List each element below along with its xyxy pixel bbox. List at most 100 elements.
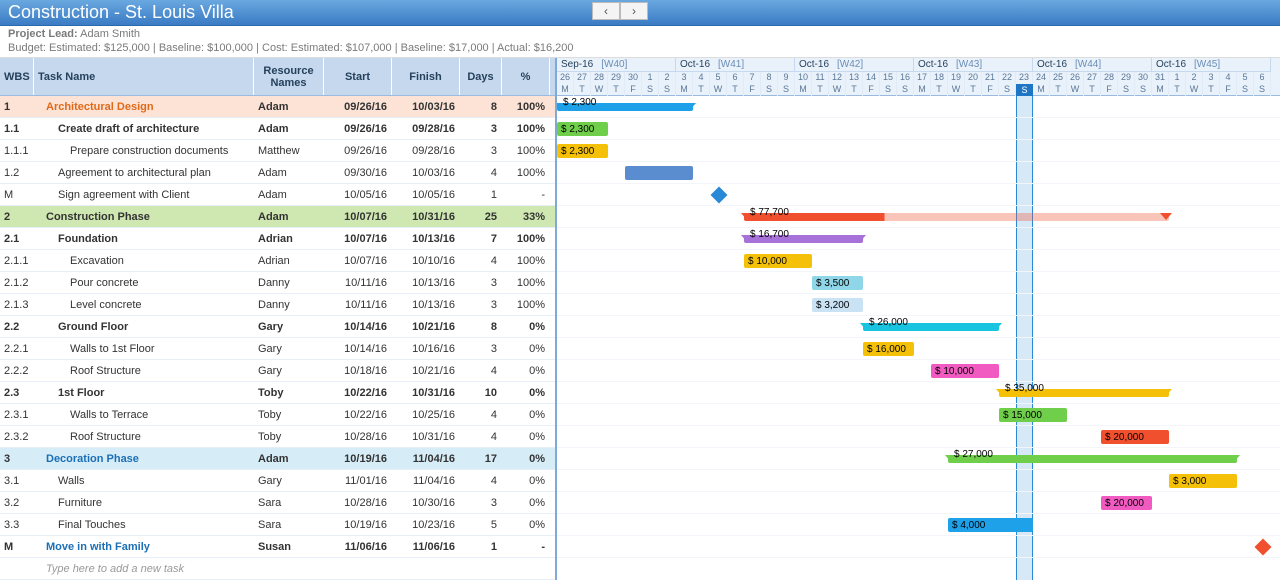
- cell[interactable]: Gary: [254, 365, 324, 377]
- table-row[interactable]: 2.1.3Level concreteDanny10/11/1610/13/16…: [0, 294, 555, 316]
- table-row[interactable]: 1.2Agreement to architectural planAdam09…: [0, 162, 555, 184]
- cell[interactable]: 10/31/16: [392, 431, 460, 443]
- gantt-row[interactable]: $ 16,700: [557, 228, 1280, 250]
- cell[interactable]: Toby: [254, 387, 324, 399]
- cell[interactable]: Furniture: [34, 497, 254, 509]
- cell[interactable]: Toby: [254, 409, 324, 421]
- cell[interactable]: 100%: [502, 277, 550, 289]
- cell[interactable]: 11/04/16: [392, 475, 460, 487]
- cell[interactable]: 09/28/16: [392, 123, 460, 135]
- cell[interactable]: Susan: [254, 541, 324, 553]
- cell[interactable]: 10/11/16: [324, 277, 392, 289]
- cell[interactable]: 2.3: [0, 387, 34, 399]
- cell[interactable]: 09/28/16: [392, 145, 460, 157]
- cell[interactable]: Adrian: [254, 233, 324, 245]
- cell[interactable]: 0%: [502, 431, 550, 443]
- cell[interactable]: 0%: [502, 475, 550, 487]
- cell[interactable]: 2.1.2: [0, 277, 34, 289]
- cell[interactable]: Excavation: [34, 255, 254, 267]
- cell[interactable]: 2.3.1: [0, 409, 34, 421]
- cell[interactable]: Toby: [254, 431, 324, 443]
- cell[interactable]: 3: [460, 343, 502, 355]
- table-row[interactable]: 3.1WallsGary11/01/1611/04/1640%: [0, 470, 555, 492]
- cell[interactable]: 2.2.2: [0, 365, 34, 377]
- table-row[interactable]: MSign agreement with ClientAdam10/05/161…: [0, 184, 555, 206]
- table-row[interactable]: 1.1Create draft of architectureAdam09/26…: [0, 118, 555, 140]
- gantt-row[interactable]: $ 2,300: [557, 96, 1280, 118]
- summary-bar[interactable]: $ 77,700: [744, 213, 1169, 221]
- cell[interactable]: 10/22/16: [324, 409, 392, 421]
- cell[interactable]: 0%: [502, 365, 550, 377]
- cell[interactable]: Gary: [254, 321, 324, 333]
- cell[interactable]: 10/03/16: [392, 101, 460, 113]
- summary-bar[interactable]: $ 27,000: [948, 455, 1237, 463]
- cell[interactable]: 5: [460, 519, 502, 531]
- cell[interactable]: Adrian: [254, 255, 324, 267]
- table-row[interactable]: 2.1FoundationAdrian10/07/1610/13/167100%: [0, 228, 555, 250]
- cell[interactable]: 3.3: [0, 519, 34, 531]
- cell[interactable]: 2.1.3: [0, 299, 34, 311]
- cell[interactable]: 10/14/16: [324, 343, 392, 355]
- cell[interactable]: 3: [0, 453, 34, 465]
- cell[interactable]: 17: [460, 453, 502, 465]
- gantt-row[interactable]: [557, 536, 1280, 558]
- cell[interactable]: Decoration Phase: [34, 453, 254, 465]
- cell[interactable]: Walls: [34, 475, 254, 487]
- cell[interactable]: 100%: [502, 233, 550, 245]
- cell[interactable]: -: [502, 189, 550, 201]
- cell[interactable]: 10/23/16: [392, 519, 460, 531]
- cell[interactable]: 25: [460, 211, 502, 223]
- cell[interactable]: 10/07/16: [324, 233, 392, 245]
- cell[interactable]: 0%: [502, 321, 550, 333]
- table-row[interactable]: 2.3.2Roof StructureToby10/28/1610/31/164…: [0, 426, 555, 448]
- cell[interactable]: 0%: [502, 343, 550, 355]
- cell[interactable]: 11/06/16: [324, 541, 392, 553]
- cell[interactable]: 09/26/16: [324, 101, 392, 113]
- cell[interactable]: Gary: [254, 475, 324, 487]
- cell[interactable]: 8: [460, 321, 502, 333]
- cell[interactable]: 10/16/16: [392, 343, 460, 355]
- cell[interactable]: 1: [460, 189, 502, 201]
- cell[interactable]: M: [0, 189, 34, 201]
- new-task-placeholder[interactable]: Type here to add a new task: [34, 563, 254, 575]
- cell[interactable]: 09/26/16: [324, 145, 392, 157]
- cell[interactable]: Final Touches: [34, 519, 254, 531]
- gantt-row[interactable]: [557, 184, 1280, 206]
- summary-bar[interactable]: $ 35,000: [999, 389, 1169, 397]
- cell[interactable]: Adam: [254, 189, 324, 201]
- gantt-row[interactable]: $ 15,000: [557, 404, 1280, 426]
- cell[interactable]: 3: [460, 277, 502, 289]
- cell[interactable]: Adam: [254, 123, 324, 135]
- cell[interactable]: 10/30/16: [392, 497, 460, 509]
- summary-bar[interactable]: $ 26,000: [863, 323, 999, 331]
- table-row[interactable]: 1.1.1Prepare construction documentsMatth…: [0, 140, 555, 162]
- summary-bar[interactable]: $ 2,300: [557, 103, 693, 111]
- gantt-row[interactable]: $ 26,000: [557, 316, 1280, 338]
- cell[interactable]: 3.2: [0, 497, 34, 509]
- gantt-row[interactable]: $ 35,000: [557, 382, 1280, 404]
- cell[interactable]: Roof Structure: [34, 365, 254, 377]
- cell[interactable]: 4: [460, 167, 502, 179]
- prev-button[interactable]: ‹: [592, 2, 620, 20]
- cell[interactable]: 11/01/16: [324, 475, 392, 487]
- cell[interactable]: 0%: [502, 453, 550, 465]
- col-task[interactable]: Task Name: [34, 58, 254, 95]
- col-days[interactable]: Days: [460, 58, 502, 95]
- cell[interactable]: Level concrete: [34, 299, 254, 311]
- cell[interactable]: 10/19/16: [324, 453, 392, 465]
- task-bar[interactable]: $ 20,000: [1101, 496, 1152, 510]
- cell[interactable]: 09/26/16: [324, 123, 392, 135]
- cell[interactable]: 10/05/16: [392, 189, 460, 201]
- cell[interactable]: 2.1.1: [0, 255, 34, 267]
- cell[interactable]: 4: [460, 365, 502, 377]
- cell[interactable]: 100%: [502, 255, 550, 267]
- summary-bar[interactable]: $ 16,700: [744, 235, 863, 243]
- gantt-row[interactable]: $ 4,000: [557, 514, 1280, 536]
- cell[interactable]: 33%: [502, 211, 550, 223]
- cell[interactable]: 10/03/16: [392, 167, 460, 179]
- cell[interactable]: Adam: [254, 453, 324, 465]
- cell[interactable]: 2.2: [0, 321, 34, 333]
- gantt-row[interactable]: $ 27,000: [557, 448, 1280, 470]
- cell[interactable]: 1.1.1: [0, 145, 34, 157]
- gantt-panel[interactable]: Sep-16[W40]Oct-16[W41]Oct-16[W42]Oct-16[…: [557, 58, 1280, 580]
